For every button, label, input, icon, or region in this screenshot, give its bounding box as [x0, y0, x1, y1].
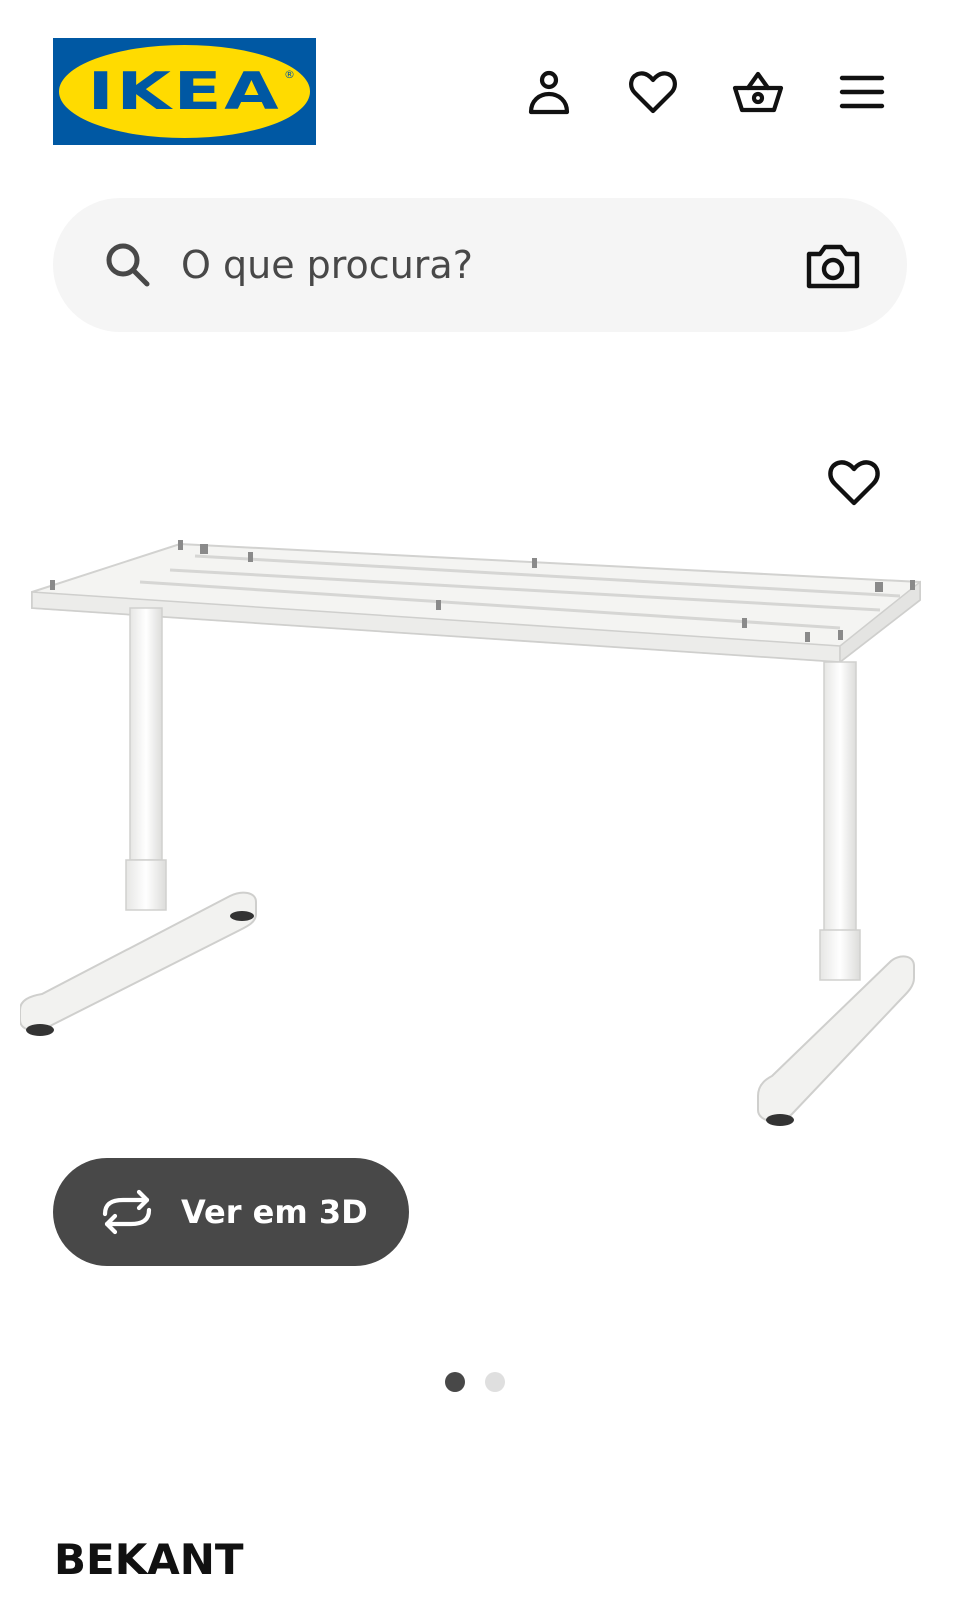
camera-icon[interactable]: [805, 238, 861, 294]
logo-registered-mark: ®: [284, 68, 295, 81]
gallery-dot-2[interactable]: [485, 1372, 505, 1392]
search-icon: [106, 243, 150, 287]
gallery-pagination: [445, 1372, 505, 1392]
view-in-3d-button[interactable]: Ver em 3D: [53, 1158, 409, 1266]
ikea-logo[interactable]: IKEA ®: [53, 38, 316, 145]
user-icon[interactable]: [521, 64, 577, 120]
view-in-3d-label: Ver em 3D: [181, 1193, 368, 1231]
product-gallery[interactable]: Ver em 3D: [0, 350, 960, 1430]
table-frame-image: [20, 540, 921, 1126]
search-input[interactable]: [181, 228, 741, 302]
logo-text: IKEA: [87, 61, 282, 122]
hamburger-menu-icon[interactable]: [834, 64, 890, 120]
gallery-dot-1[interactable]: [445, 1372, 465, 1392]
search-bar[interactable]: [53, 198, 907, 332]
product-name: BEKANT: [54, 1535, 244, 1584]
favourite-heart-icon[interactable]: [826, 454, 882, 510]
rotate-3d-icon: [102, 1189, 152, 1235]
heart-icon[interactable]: [625, 64, 681, 120]
site-header: IKEA ®: [0, 0, 960, 180]
basket-icon[interactable]: [730, 64, 786, 120]
